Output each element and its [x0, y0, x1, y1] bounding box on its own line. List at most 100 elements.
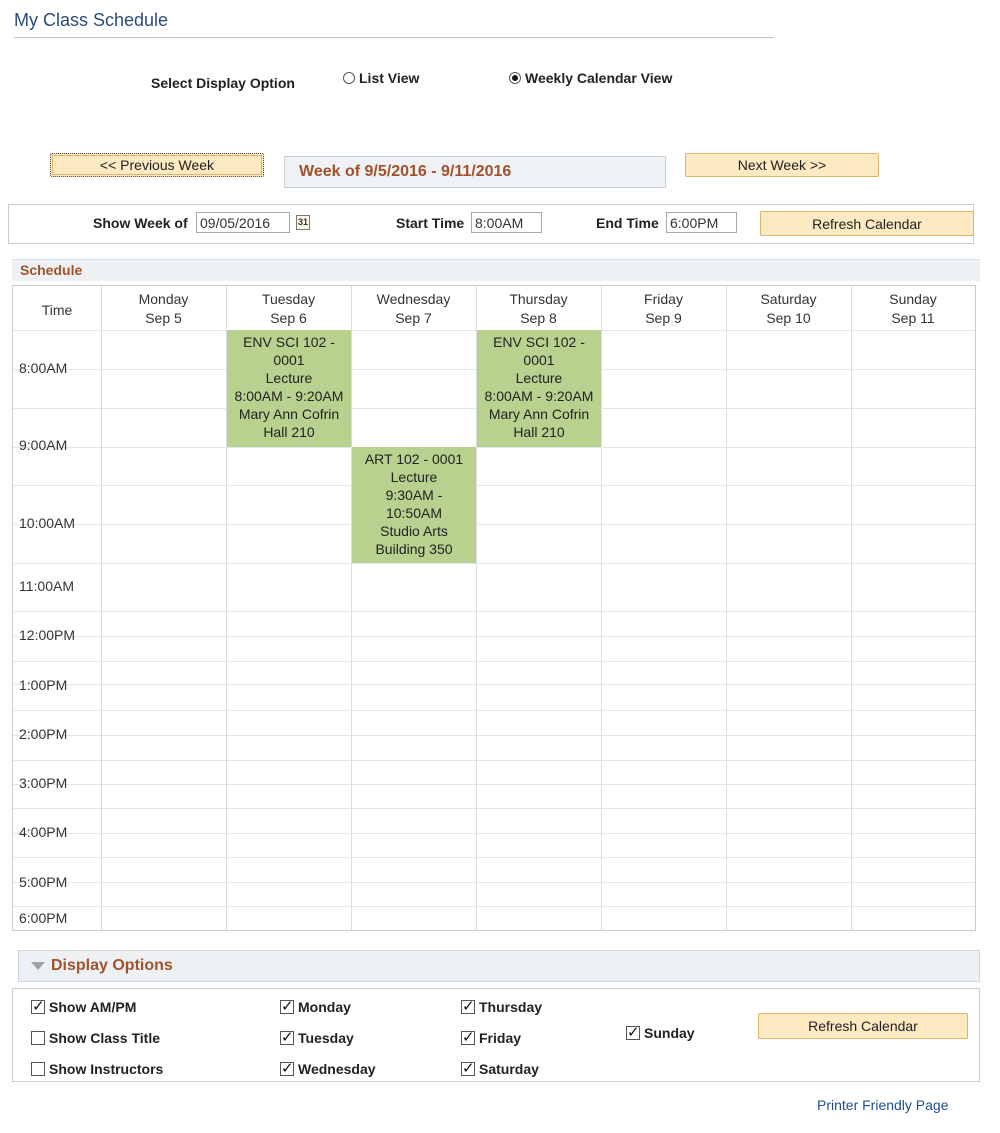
wednesday-checkbox[interactable]: Wednesday — [280, 1059, 376, 1077]
tuesday-checkbox[interactable]: Tuesday — [280, 1028, 354, 1046]
checkbox-label: Show Instructors — [49, 1061, 164, 1077]
grid-row-divider — [13, 485, 975, 486]
event-line: Building 350 — [375, 541, 453, 557]
event-line: 0001 — [523, 352, 555, 368]
day-name: Tuesday — [261, 291, 316, 307]
grid-row-divider — [13, 857, 975, 858]
checkbox-label: Thursday — [479, 999, 543, 1015]
checkbox-label: Wednesday — [298, 1061, 376, 1077]
show-instructors-checkbox[interactable]: Show Instructors — [31, 1061, 163, 1077]
checkbox-label: Saturday — [479, 1061, 539, 1077]
checkbox-box[interactable] — [280, 1059, 294, 1077]
calendar-icon[interactable]: 31 — [296, 215, 310, 230]
time-label-9-00am: 9:00AM — [19, 437, 68, 453]
printer-friendly-link[interactable]: Printer Friendly Page — [817, 1097, 949, 1113]
day-date: Sep 7 — [395, 310, 432, 326]
weekly-calendar-view-radio[interactable]: Weekly Calendar View — [509, 70, 672, 86]
show-week-label: Show Week of — [93, 215, 188, 231]
checkbox-box[interactable] — [280, 1028, 294, 1046]
day-date: Sep 8 — [520, 310, 557, 326]
time-label-10-00am: 10:00AM — [19, 515, 76, 531]
checkbox-box[interactable] — [461, 1059, 475, 1077]
checkbox-box[interactable] — [461, 1028, 475, 1046]
page-title: My Class Schedule — [14, 10, 169, 30]
collapse-triangle-icon[interactable] — [31, 962, 45, 970]
checkbox-box[interactable] — [280, 997, 294, 1015]
time-label-3-00pm: 3:00PM — [19, 775, 68, 791]
time-label-12-00pm: 12:00PM — [19, 627, 76, 643]
sunday-checkbox[interactable]: Sunday — [626, 1023, 695, 1041]
class-event-tuesday[interactable]: ENV SCI 102 - 0001 Lecture 8:00AM - 9:20AM M… — [227, 330, 351, 447]
day-header-friday: Friday Sep 9 — [601, 290, 726, 328]
event-line: 0001 — [273, 352, 305, 368]
grid-row-divider — [13, 524, 975, 525]
radio-circle[interactable] — [343, 72, 355, 84]
schedule-header-label: Schedule — [20, 262, 83, 278]
start-time-input[interactable] — [471, 212, 542, 233]
grid-row-divider — [13, 906, 975, 907]
day-name: Monday — [138, 291, 189, 307]
list-view-radio[interactable]: List View — [343, 70, 419, 86]
class-event-wednesday[interactable]: ART 102 - 0001 Lecture 9:30AM - 10:50AM Stud… — [352, 447, 476, 563]
show-week-input[interactable] — [196, 212, 290, 233]
display-options-panel: Show AM/PM Show Class Title Show Instruc… — [12, 988, 980, 1082]
day-header-sunday: Sunday Sep 11 — [851, 290, 975, 328]
refresh-calendar-button-bottom[interactable]: Refresh Calendar — [758, 1013, 968, 1039]
grid-row-divider — [13, 710, 975, 711]
end-time-input[interactable] — [666, 212, 737, 233]
weekly-calendar-view-label: Weekly Calendar View — [525, 70, 673, 86]
thursday-checkbox[interactable]: Thursday — [461, 997, 543, 1015]
event-line: Lecture — [265, 370, 313, 386]
grid-row-divider — [13, 447, 975, 448]
event-line: Lecture — [390, 469, 438, 485]
display-options-title: Display Options — [51, 957, 173, 974]
friday-checkbox[interactable]: Friday — [461, 1028, 522, 1046]
event-line: ART 102 - 0001 — [364, 451, 464, 467]
grid-row-divider — [13, 563, 975, 564]
show-ampm-checkbox[interactable]: Show AM/PM — [31, 997, 136, 1015]
day-name: Wednesday — [376, 291, 451, 307]
checkbox-box[interactable] — [626, 1023, 640, 1041]
day-date: Sep 10 — [766, 310, 811, 326]
checkbox-box[interactable] — [461, 997, 475, 1015]
grid-row-divider — [13, 611, 975, 612]
event-line: Hall 210 — [263, 424, 315, 440]
checkbox-box[interactable] — [31, 1062, 45, 1076]
day-header-monday: Monday Sep 5 — [101, 290, 226, 328]
weekly-calendar-grid: Time Monday Sep 5 Tuesday Sep 6 Wednesday Sep… — [12, 285, 976, 931]
event-line: 8:00AM - 9:20AM — [484, 388, 594, 404]
class-event-thursday[interactable]: ENV SCI 102 - 0001 Lecture 8:00AM - 9:20AM M… — [477, 330, 601, 447]
radio-circle-selected[interactable] — [509, 72, 521, 84]
event-line: 10:50AM — [385, 505, 443, 521]
grid-row-divider — [13, 684, 975, 685]
event-line: Studio Arts — [380, 523, 448, 539]
checkbox-box[interactable] — [31, 997, 45, 1015]
event-line: 9:30AM - — [385, 487, 443, 503]
event-line: ENV SCI 102 - — [243, 334, 335, 350]
checkbox-label: Friday — [479, 1030, 522, 1046]
checkbox-label: Show Class Title — [49, 1030, 160, 1046]
week-range-display: Week of 9/5/2016 - 9/11/2016 — [284, 156, 666, 188]
event-line: Hall 210 — [513, 424, 565, 440]
display-options-header[interactable]: Display Options — [18, 950, 980, 982]
refresh-calendar-button[interactable]: Refresh Calendar — [760, 211, 974, 236]
time-column-header: Time — [41, 302, 73, 318]
next-week-button[interactable]: Next Week >> — [685, 153, 879, 177]
calendar-toolbar: Show Week of 31 Start Time End Time Refr… — [8, 204, 974, 244]
saturday-checkbox[interactable]: Saturday — [461, 1059, 539, 1077]
day-name: Friday — [644, 291, 683, 307]
event-line: Lecture — [515, 370, 563, 386]
day-date: Sep 11 — [891, 310, 935, 326]
time-label-5-00pm: 5:00PM — [19, 874, 68, 890]
previous-week-button[interactable]: << Previous Week — [50, 153, 264, 177]
grid-row-divider — [13, 808, 975, 809]
monday-checkbox[interactable]: Monday — [280, 997, 351, 1015]
checkbox-box[interactable] — [31, 1031, 45, 1045]
day-date: Sep 5 — [145, 310, 182, 326]
day-header-saturday: Saturday Sep 10 — [726, 290, 851, 328]
day-name: Thursday — [509, 291, 568, 307]
show-class-title-checkbox[interactable]: Show Class Title — [31, 1030, 160, 1046]
time-label-11-00am: 11:00AM — [19, 578, 74, 594]
event-line: Mary Ann Cofrin — [238, 406, 340, 422]
day-date: Sep 6 — [270, 310, 307, 326]
